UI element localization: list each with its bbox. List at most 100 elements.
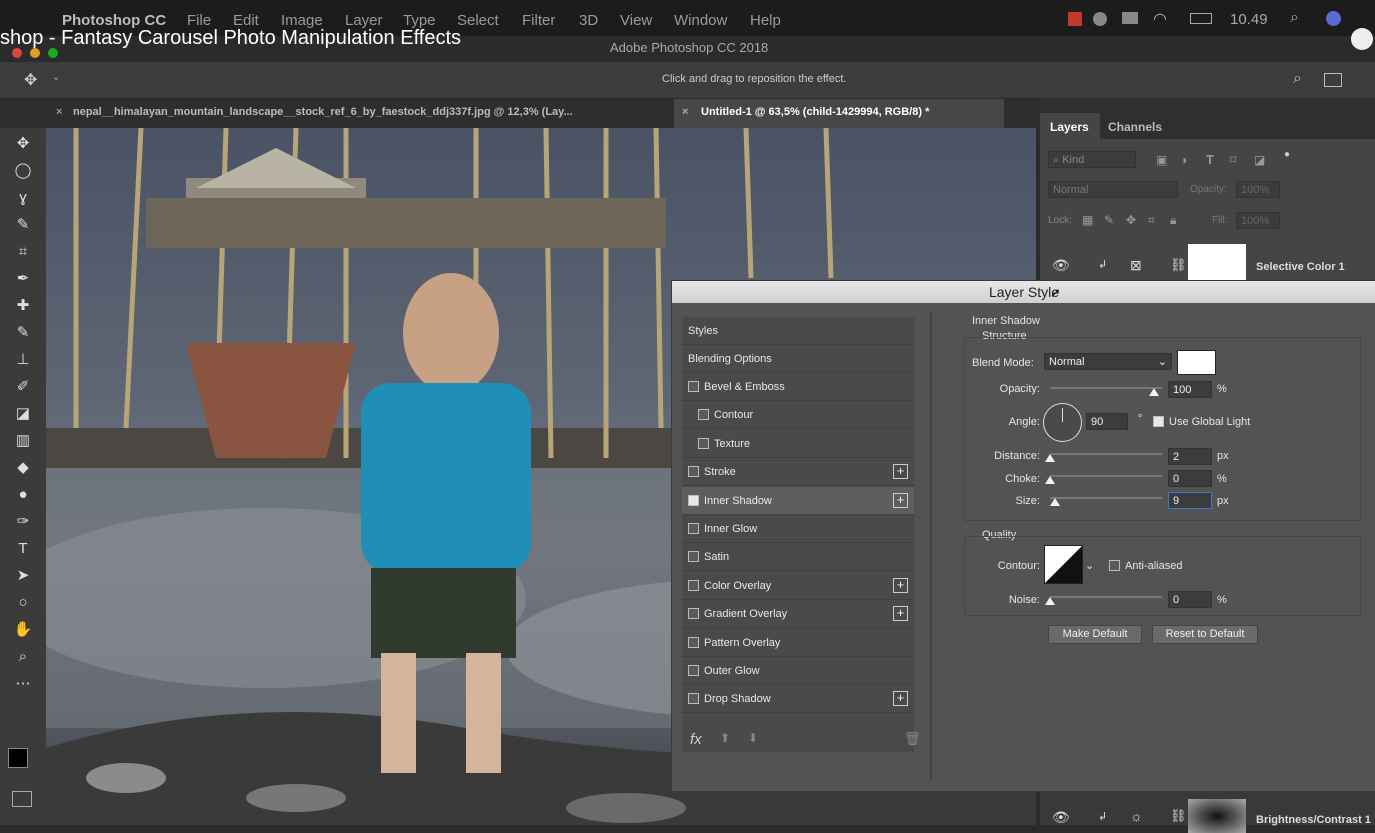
- add-effect-icon[interactable]: +: [893, 577, 908, 593]
- blur-tool-icon[interactable]: ◆: [12, 458, 34, 478]
- battery-icon[interactable]: [1190, 13, 1212, 24]
- window-close-icon[interactable]: [12, 48, 22, 58]
- style-item-contour[interactable]: Contour: [682, 401, 914, 430]
- outer-glow-checkbox[interactable]: [688, 665, 699, 676]
- style-item-stroke[interactable]: Stroke +: [682, 458, 914, 487]
- link-icon[interactable]: ⛓︎: [1170, 257, 1187, 273]
- move-up-icon[interactable]: ⬆: [720, 731, 730, 745]
- workspace-icon[interactable]: [1324, 73, 1342, 87]
- size-slider[interactable]: [1050, 497, 1162, 499]
- quick-mask-icon[interactable]: [12, 791, 32, 807]
- siri-icon[interactable]: [1326, 11, 1341, 26]
- pen-tool-icon[interactable]: ✑: [12, 512, 34, 532]
- inner-glow-checkbox[interactable]: [688, 523, 699, 534]
- zoom-tool-icon[interactable]: ⌕: [12, 647, 34, 667]
- search-icon[interactable]: ⌕: [1293, 70, 1302, 88]
- filter-adjustment-icon[interactable]: ◑: [1180, 153, 1187, 167]
- choke-slider-knob[interactable]: [1045, 476, 1055, 484]
- clone-stamp-icon[interactable]: ⊥: [12, 350, 34, 370]
- chevron-down-icon[interactable]: ⌄: [1085, 559, 1094, 572]
- tab-layers[interactable]: Layers: [1040, 113, 1100, 139]
- use-global-light-checkbox[interactable]: [1153, 416, 1164, 427]
- drop-shadow-checkbox[interactable]: [688, 693, 699, 705]
- distance-field[interactable]: 2: [1168, 448, 1212, 465]
- opacity-slider-knob[interactable]: [1149, 388, 1159, 396]
- tab-untitled[interactable]: × Untitled-1 @ 63,5% (child-1429994, RGB…: [674, 99, 1004, 128]
- history-brush-icon[interactable]: ✐: [12, 377, 34, 397]
- window-zoom-icon[interactable]: [48, 48, 58, 58]
- color-overlay-checkbox[interactable]: [688, 579, 699, 591]
- style-item-inner-shadow[interactable]: Inner Shadow +: [682, 486, 914, 515]
- angle-dial[interactable]: [1043, 403, 1082, 442]
- type-tool-icon[interactable]: T: [12, 539, 34, 559]
- contour-checkbox[interactable]: [698, 409, 709, 421]
- move-tool-icon[interactable]: ✥: [12, 134, 34, 154]
- quick-select-tool-icon[interactable]: ✎: [12, 215, 34, 235]
- make-default-button[interactable]: Make Default: [1048, 625, 1142, 644]
- noise-slider-knob[interactable]: [1045, 597, 1055, 605]
- lock-transparent-icon[interactable]: ▦: [1082, 213, 1093, 227]
- add-effect-icon[interactable]: +: [893, 464, 908, 480]
- layer-mask-thumbnail[interactable]: [1188, 244, 1246, 284]
- size-slider-knob[interactable]: [1050, 498, 1060, 506]
- add-effect-icon[interactable]: +: [893, 691, 908, 707]
- choke-slider[interactable]: [1050, 475, 1162, 477]
- tab-channels[interactable]: Channels: [1108, 120, 1162, 134]
- fill-field[interactable]: 100%: [1236, 212, 1280, 229]
- pattern-overlay-checkbox[interactable]: [688, 636, 699, 648]
- move-tool-option-icon[interactable]: ✥: [24, 70, 37, 90]
- style-item-outer-glow[interactable]: Outer Glow: [682, 657, 914, 685]
- lasso-tool-icon[interactable]: ɣ: [12, 188, 34, 208]
- styles-header[interactable]: Styles: [682, 317, 914, 345]
- layer-filter-select[interactable]: ⌕ Kind: [1048, 151, 1136, 168]
- shadow-color-swatch[interactable]: [1177, 350, 1216, 375]
- path-select-icon[interactable]: ➤: [12, 566, 34, 586]
- close-icon[interactable]: ×: [56, 106, 62, 118]
- filter-shape-icon[interactable]: ⌑: [1230, 153, 1236, 167]
- contour-picker[interactable]: [1044, 545, 1083, 584]
- wifi-icon[interactable]: ◠: [1153, 9, 1167, 29]
- style-item-drop-shadow[interactable]: Drop Shadow +: [682, 685, 914, 714]
- filter-toggle-icon[interactable]: ●: [1284, 149, 1290, 160]
- video-clock-icon[interactable]: [1351, 28, 1373, 50]
- add-effect-icon[interactable]: +: [893, 606, 908, 622]
- eraser-tool-icon[interactable]: ◪: [12, 404, 34, 424]
- layer-row[interactable]: 👁︎ ↲ ☼ ⛓︎ Brightness/Contrast 1: [1040, 799, 1375, 833]
- satin-checkbox[interactable]: [688, 551, 699, 563]
- status-icon[interactable]: [1093, 12, 1107, 26]
- dodge-tool-icon[interactable]: ●: [12, 485, 34, 505]
- eye-icon[interactable]: 👁︎: [1052, 809, 1070, 826]
- chevron-down-icon[interactable]: ⌄: [52, 72, 60, 83]
- layer-name[interactable]: Brightness/Contrast 1: [1256, 814, 1371, 826]
- style-item-inner-glow[interactable]: Inner Glow: [682, 515, 914, 543]
- use-global-light-label[interactable]: Use Global Light: [1169, 416, 1250, 428]
- crop-tool-icon[interactable]: ⌗: [12, 242, 34, 262]
- dialog-title[interactable]: Layer Style: [672, 281, 1375, 303]
- menu-select[interactable]: Select: [457, 12, 499, 29]
- inner-shadow-checkbox[interactable]: [688, 494, 699, 506]
- blend-mode-select[interactable]: Normal: [1048, 181, 1178, 198]
- move-down-icon[interactable]: ⬇: [748, 731, 758, 745]
- fx-icon[interactable]: fx: [690, 731, 702, 748]
- menu-help[interactable]: Help: [750, 12, 781, 29]
- anti-aliased-checkbox[interactable]: [1109, 560, 1120, 571]
- filter-type-icon[interactable]: T: [1206, 152, 1214, 167]
- marquee-tool-icon[interactable]: ◯: [12, 161, 34, 181]
- layer-name[interactable]: Selective Color 1: [1256, 261, 1345, 273]
- lock-position-icon[interactable]: ✥: [1126, 213, 1136, 227]
- lock-all-icon[interactable]: 🔒︎: [1170, 213, 1176, 228]
- menu-view[interactable]: View: [620, 12, 652, 29]
- texture-checkbox[interactable]: [698, 437, 709, 449]
- trash-icon[interactable]: 🗑︎: [904, 731, 921, 747]
- more-tools-icon[interactable]: ⋯: [12, 674, 34, 694]
- gradient-tool-icon[interactable]: ▥: [12, 431, 34, 451]
- distance-slider-knob[interactable]: [1045, 454, 1055, 462]
- cast-icon[interactable]: [1122, 12, 1138, 24]
- foreground-color-swatch[interactable]: [8, 748, 28, 768]
- style-item-bevel-emboss[interactable]: Bevel & Emboss: [682, 373, 914, 401]
- menu-window[interactable]: Window: [674, 12, 727, 29]
- link-icon[interactable]: ⛓︎: [1170, 808, 1187, 824]
- filter-smart-object-icon[interactable]: ◪: [1254, 153, 1265, 167]
- noise-slider[interactable]: [1050, 596, 1162, 598]
- eye-icon[interactable]: 👁︎: [1052, 257, 1070, 274]
